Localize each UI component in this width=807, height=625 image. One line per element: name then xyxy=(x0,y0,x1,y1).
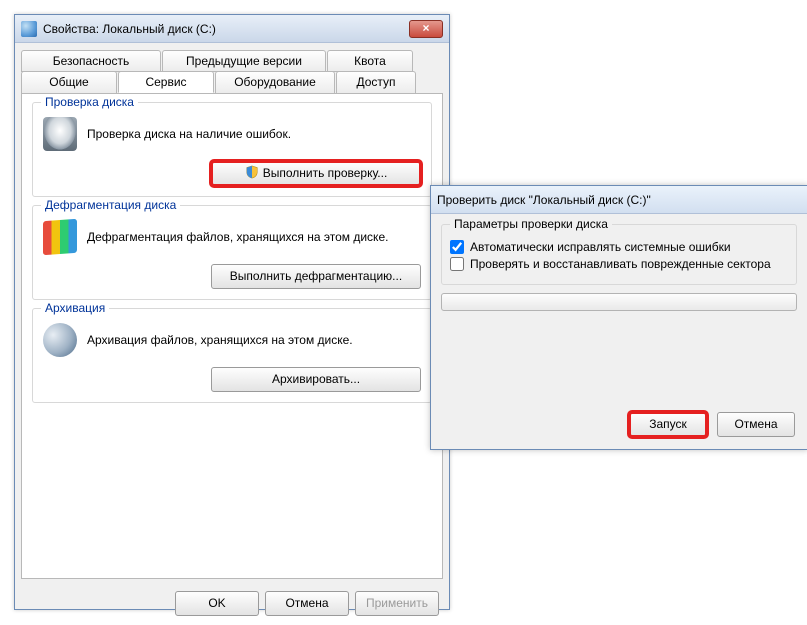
shield-icon xyxy=(245,164,259,178)
backup-desc: Архивация файлов, хранящихся на этом дис… xyxy=(87,333,421,347)
start-button[interactable]: Запуск xyxy=(629,412,707,437)
group-backup: Архивация Архивация файлов, хранящихся н… xyxy=(32,308,432,403)
window-title: Свойства: Локальный диск (C:) xyxy=(43,22,409,36)
backup-icon xyxy=(43,323,77,357)
cancel-button[interactable]: Отмена xyxy=(265,591,349,616)
tab-tools[interactable]: Сервис xyxy=(118,71,214,93)
check-params-group: Параметры проверки диска Автоматически и… xyxy=(441,224,797,285)
auto-fix-checkbox[interactable] xyxy=(450,240,464,254)
tab-quota[interactable]: Квота xyxy=(327,50,413,72)
run-backup-button[interactable]: Архивировать... xyxy=(211,367,421,392)
auto-fix-label: Автоматически исправлять системные ошибк… xyxy=(470,240,731,254)
titlebar[interactable]: Свойства: Локальный диск (C:) × xyxy=(15,15,449,43)
group-defrag-legend: Дефрагментация диска xyxy=(41,198,180,212)
defrag-desc: Дефрагментация файлов, хранящихся на это… xyxy=(87,230,421,244)
tab-hardware[interactable]: Оборудование xyxy=(215,71,335,93)
tab-previous-versions[interactable]: Предыдущие версии xyxy=(162,50,326,72)
check-disk-buttons: Запуск Отмена xyxy=(629,412,795,437)
check-disk-title: Проверить диск "Локальный диск (C:)" xyxy=(437,193,801,207)
check-disk-titlebar[interactable]: Проверить диск "Локальный диск (C:)" xyxy=(431,186,807,214)
group-defrag: Дефрагментация диска Дефрагментация файл… xyxy=(32,205,432,300)
check-disk-window: Проверить диск "Локальный диск (C:)" Пар… xyxy=(430,185,807,450)
properties-window: Свойства: Локальный диск (C:) × Безопасн… xyxy=(14,14,450,610)
tab-security[interactable]: Безопасность xyxy=(21,50,161,72)
disk-check-desc: Проверка диска на наличие ошибок. xyxy=(87,127,421,141)
run-check-button[interactable]: Выполнить проверку... xyxy=(211,161,421,186)
dialog-buttons: OK Отмена Применить xyxy=(15,585,449,622)
tab-sharing[interactable]: Доступ xyxy=(336,71,416,93)
progress-bar xyxy=(441,293,797,311)
defrag-icon xyxy=(43,219,77,255)
scan-recover-checkbox[interactable] xyxy=(450,257,464,271)
drive-icon xyxy=(21,21,37,37)
group-backup-legend: Архивация xyxy=(41,301,109,315)
scan-recover-row[interactable]: Проверять и восстанавливать поврежденные… xyxy=(450,257,788,271)
tab-strip: Безопасность Предыдущие версии Квота Общ… xyxy=(21,50,443,93)
scan-recover-label: Проверять и восстанавливать поврежденные… xyxy=(470,257,771,271)
group-disk-check-legend: Проверка диска xyxy=(41,95,138,109)
close-button[interactable]: × xyxy=(409,20,443,38)
run-defrag-button[interactable]: Выполнить дефрагментацию... xyxy=(211,264,421,289)
tab-general[interactable]: Общие xyxy=(21,71,117,93)
check-params-legend: Параметры проверки диска xyxy=(450,217,612,231)
ok-button[interactable]: OK xyxy=(175,591,259,616)
cancel-check-button[interactable]: Отмена xyxy=(717,412,795,437)
disk-icon xyxy=(43,117,77,151)
apply-button[interactable]: Применить xyxy=(355,591,439,616)
group-disk-check: Проверка диска Проверка диска на наличие… xyxy=(32,102,432,197)
auto-fix-row[interactable]: Автоматически исправлять системные ошибк… xyxy=(450,240,788,254)
tab-content: Проверка диска Проверка диска на наличие… xyxy=(21,93,443,579)
run-check-label: Выполнить проверку... xyxy=(263,166,388,180)
